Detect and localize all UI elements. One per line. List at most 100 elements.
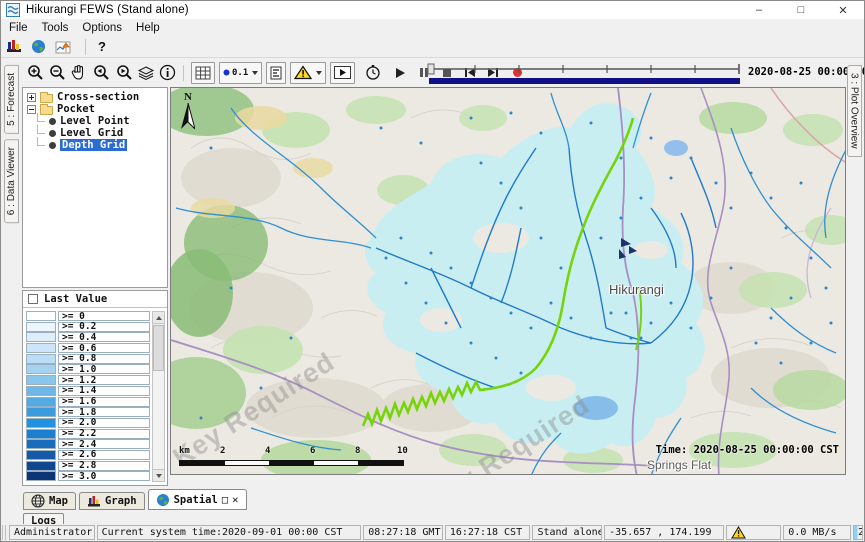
bullet-icon [49,118,56,125]
status-local-time: 16:27:18 CST [445,525,531,540]
grid-display-button[interactable] [191,62,215,84]
legend-swatch [26,354,56,364]
last-value-checkbox[interactable] [28,294,38,304]
status-transfer-rate: 0.0 MB/s [783,525,851,540]
globe-explorer-icon[interactable] [31,39,46,54]
menu-help[interactable]: Help [131,21,169,35]
legend-row[interactable]: >= 1.8 [26,407,150,418]
north-label: N [180,91,196,103]
legend-label: >= 0.8 [58,354,150,364]
info-icon[interactable] [159,64,176,81]
animation-player-button[interactable] [330,62,355,84]
tab-maximize-icon[interactable]: □ [222,494,228,506]
help-button[interactable]: ? [98,39,106,54]
tree-node-label-selected[interactable]: Depth Grid [60,139,127,151]
interval-value: 0.1 [232,68,248,78]
timer-settings-icon[interactable] [365,64,382,81]
legend-swatch [26,407,56,417]
scale-tick: 10 [397,446,408,456]
status-warning-cell[interactable] [726,525,782,540]
legend-row[interactable]: >= 1.0 [26,364,150,375]
menu-options[interactable]: Options [77,21,131,35]
map-view[interactable]: API Key Required API Key Required N Hiku… [170,87,846,475]
classification-legend-button[interactable] [266,62,286,84]
legend-scrollbar[interactable] [152,311,165,482]
tab-plot-overview[interactable]: 3 : Plot Overview [847,65,862,157]
tree-node-depth-grid[interactable]: Depth Grid [23,139,167,151]
legend-row[interactable]: >= 1.2 [26,375,150,386]
pan-hand-icon[interactable] [70,64,87,82]
legend-row[interactable]: >= 2.8 [26,461,150,472]
legend-row[interactable]: >= 2.4 [26,439,150,450]
timeseries-chart-icon[interactable] [55,39,73,55]
scrollbar-thumb[interactable] [153,325,164,371]
status-system-time: Current system time:2020-09-01 00:00 CST [97,525,362,540]
collapse-minus-icon[interactable] [27,105,36,114]
menu-tools[interactable]: Tools [37,21,78,35]
legend-row[interactable]: >= 0.2 [26,322,150,333]
reports-icon[interactable] [6,39,22,54]
scroll-down-button[interactable] [153,469,164,481]
scroll-up-button[interactable] [153,312,164,324]
tab-map[interactable]: Map [23,492,76,510]
minimize-button[interactable]: – [738,1,780,19]
zoom-out-icon[interactable] [48,64,66,82]
legend-swatch [26,364,56,374]
tab-close-icon[interactable]: ✕ [232,494,238,506]
legend-row[interactable]: >= 2.2 [26,429,150,440]
time-slider-thumb[interactable] [428,64,434,74]
dropdown-arrow-icon [252,71,258,75]
town-label: Hikurangi [609,282,664,297]
layers-icon[interactable] [137,65,155,81]
legend-row[interactable]: >= 3.0 [26,471,150,482]
legend-label: >= 1.2 [58,375,150,385]
tab-label: Map [49,495,68,507]
warning-icon [731,526,746,539]
legend-row[interactable]: >= 2.6 [26,450,150,461]
legend-header: Last Value [23,291,167,308]
tree-connector [37,137,45,146]
legend-row[interactable]: >= 2.0 [26,418,150,429]
thresholds-dropdown[interactable] [290,62,326,84]
close-button[interactable]: ✕ [822,1,864,19]
tab-graph[interactable]: Graph [79,492,145,510]
tree-node-label[interactable]: Level Grid [60,127,123,139]
legend-row[interactable]: >= 0.8 [26,354,150,365]
status-memory[interactable]: 2.5 GB [853,525,863,540]
legend-swatch [26,386,56,396]
tab-forecast[interactable]: 5 : Forecast [4,65,19,134]
legend-label: >= 2.2 [58,429,150,439]
tree-node-label[interactable]: Level Point [60,115,130,127]
legend-label: >= 0.6 [58,343,150,353]
scale-unit: km [179,446,190,456]
legend-swatch [26,322,56,332]
tree-node-label[interactable]: Pocket [57,103,95,115]
zoom-previous-icon[interactable] [91,64,110,82]
maximize-button[interactable]: □ [780,1,822,19]
window-title: Hikurangi FEWS (Stand alone) [26,4,189,16]
legend-row[interactable]: >= 1.6 [26,397,150,408]
left-tab-strip: 5 : Forecast 6 : Data Viewer [1,57,21,487]
zoom-in-icon[interactable] [26,64,44,82]
title-bar: Hikurangi FEWS (Stand alone) – □ ✕ [1,1,864,19]
legend-row[interactable]: >= 0 [26,311,150,322]
zoom-next-icon[interactable] [114,64,133,82]
menu-file[interactable]: File [4,21,37,35]
legend-swatch [26,450,56,460]
tab-data-viewer[interactable]: 6 : Data Viewer [4,139,19,223]
tree-node-pocket[interactable]: Pocket [23,103,167,115]
sidebar: Cross-section Pocket Level Point Level G… [21,87,170,487]
contour-interval-dropdown[interactable]: 0.1 [219,62,262,84]
legend-row[interactable]: >= 0.6 [26,343,150,354]
legend-row[interactable]: >= 1.4 [26,386,150,397]
tab-spatial[interactable]: Spatial □ ✕ [148,489,247,510]
map-canvas[interactable] [171,88,846,475]
tree-node-label[interactable]: Cross-section [57,91,139,103]
scale-tick: 8 [355,446,360,456]
legend-row[interactable]: >= 0.4 [26,332,150,343]
tree-node-cross-section[interactable]: Cross-section [23,91,167,103]
play-button[interactable] [394,67,406,79]
north-arrow: N [180,91,196,136]
expand-plus-icon[interactable] [27,93,36,102]
status-mode: Stand alone [532,525,602,540]
